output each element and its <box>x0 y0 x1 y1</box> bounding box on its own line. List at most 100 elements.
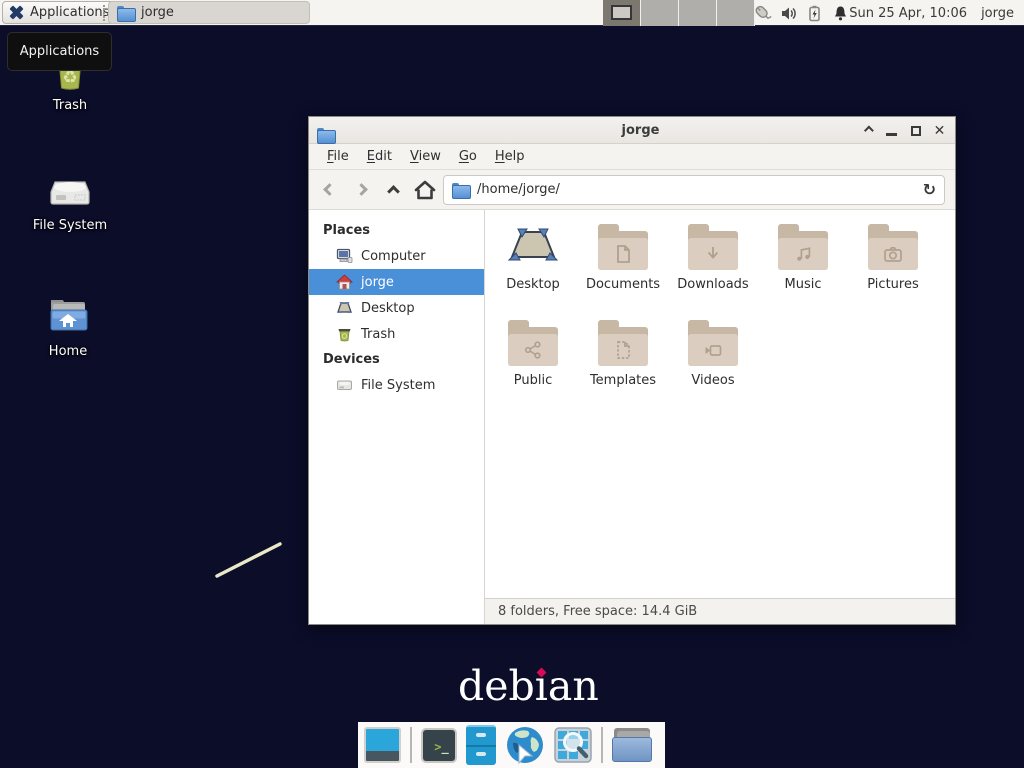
desktop-pad-icon <box>508 224 558 270</box>
panel-clock[interactable]: Sun 25 Apr, 10:06 <box>849 0 967 26</box>
folder-item-music[interactable]: Music <box>758 224 848 320</box>
window-sidebar: Places Computer jorge Desktop Trash <box>309 210 485 624</box>
maximize-button[interactable] <box>908 123 923 138</box>
template-glyph <box>612 339 634 361</box>
back-icon <box>323 183 336 196</box>
applications-menu-button[interactable]: Applications <box>2 1 118 24</box>
folder-item-downloads[interactable]: Downloads <box>668 224 758 320</box>
sidebar-item-jorge[interactable]: jorge <box>309 269 484 295</box>
workspace-switcher <box>603 0 755 26</box>
desktop-root: Applications jorge <box>0 0 1024 768</box>
location-path[interactable]: /home/jorge/ <box>477 182 915 197</box>
folder-item-public[interactable]: Public <box>488 320 578 416</box>
app-finder-launcher[interactable] <box>554 727 592 763</box>
sidebar-item-desktop[interactable]: Desktop <box>309 295 484 321</box>
forward-button[interactable] <box>347 176 375 204</box>
window-statusbar: 8 folders, Free space: 14.4 GiB <box>485 598 955 624</box>
menu-view[interactable]: View <box>401 146 450 167</box>
desktop-icon-label: File System <box>33 218 107 233</box>
folder-item-documents[interactable]: Documents <box>578 224 668 320</box>
public-folder-icon <box>508 320 558 366</box>
documents-folder-icon <box>598 224 648 270</box>
desktop-icon-file-system[interactable]: File System <box>22 170 118 233</box>
desktop-icon-home[interactable]: Home <box>20 294 116 359</box>
download-arrow-glyph <box>702 243 724 265</box>
up-button[interactable] <box>379 176 407 204</box>
document-glyph <box>612 243 634 265</box>
file-manager-window: jorge ✕ File Edit View Go Help <box>308 116 956 625</box>
workspace-2[interactable] <box>641 0 679 26</box>
battery-charging-icon[interactable] <box>805 4 824 23</box>
window-toolbar: /home/jorge/ ↻ <box>309 170 955 210</box>
panel-separator-handle <box>103 5 105 21</box>
applications-label: Applications <box>30 5 109 20</box>
debian-logo: debıan <box>458 662 599 710</box>
devices-header: Devices <box>309 347 484 372</box>
volume-icon[interactable] <box>779 4 798 23</box>
panel-user-menu[interactable]: jorge <box>981 0 1014 26</box>
location-folder-icon <box>452 183 469 197</box>
sidebar-item-computer[interactable]: Computer <box>309 243 484 269</box>
folder-item-templates[interactable]: Templates <box>578 320 668 416</box>
camera-glyph <box>882 243 904 265</box>
window-menubar: File Edit View Go Help <box>309 144 955 170</box>
sidebar-item-file-system[interactable]: File System <box>309 372 484 398</box>
back-button[interactable] <box>315 176 343 204</box>
taskbar-window-button[interactable]: jorge <box>108 1 310 24</box>
statusbar-text: 8 folders, Free space: 14.4 GiB <box>498 604 697 619</box>
places-header: Places <box>309 218 484 243</box>
workspace-window-preview <box>611 5 632 20</box>
minimize-button[interactable] <box>884 123 899 138</box>
location-bar[interactable]: /home/jorge/ ↻ <box>443 175 945 205</box>
window-titlebar[interactable]: jorge ✕ <box>309 117 955 144</box>
music-folder-icon <box>778 224 828 270</box>
dock-separator <box>410 727 412 763</box>
folder-item-desktop[interactable]: Desktop <box>488 224 578 320</box>
video-camera-glyph <box>702 339 724 361</box>
music-notes-glyph <box>792 243 814 265</box>
applications-icon <box>8 4 25 21</box>
file-grid: Desktop Documents Downloads <box>485 210 955 598</box>
file-view: Desktop Documents Downloads <box>485 210 955 624</box>
desktop-icon-label: Trash <box>53 98 87 113</box>
sidebar-item-trash[interactable]: Trash <box>309 321 484 347</box>
folder-launcher[interactable] <box>612 728 652 762</box>
show-desktop-button[interactable] <box>364 727 401 763</box>
file-manager-launcher[interactable] <box>466 725 496 765</box>
pictures-folder-icon <box>868 224 918 270</box>
notifications-bell-icon[interactable] <box>831 4 850 23</box>
drive-icon <box>336 377 353 393</box>
menu-file[interactable]: File <box>318 146 358 167</box>
drive-icon <box>47 170 93 214</box>
close-button[interactable]: ✕ <box>932 123 947 138</box>
up-icon <box>387 185 400 198</box>
menu-help[interactable]: Help <box>486 146 534 167</box>
trash-icon <box>336 326 353 342</box>
workspace-3[interactable] <box>679 0 717 26</box>
home-icon <box>336 274 353 290</box>
system-tray <box>753 0 850 26</box>
window-folder-icon <box>117 6 134 20</box>
menu-go[interactable]: Go <box>450 146 486 167</box>
templates-folder-icon <box>598 320 648 366</box>
folder-item-videos[interactable]: Videos <box>668 320 758 416</box>
workspace-1[interactable] <box>603 0 641 26</box>
downloads-folder-icon <box>688 224 738 270</box>
share-glyph <box>522 339 544 361</box>
menu-edit[interactable]: Edit <box>358 146 401 167</box>
dock-separator <box>601 727 603 763</box>
window-menu-icon[interactable] <box>317 128 334 142</box>
workspace-4[interactable] <box>717 0 755 26</box>
web-browser-launcher[interactable] <box>505 725 545 765</box>
shade-button[interactable] <box>860 123 875 138</box>
mouse-icon[interactable] <box>753 4 772 23</box>
home-button[interactable] <box>411 176 439 204</box>
home-folder-icon <box>45 294 91 340</box>
file-cabinet-icon <box>466 725 496 765</box>
bottom-dock: >_ <box>358 722 665 768</box>
reload-icon[interactable]: ↻ <box>923 180 936 199</box>
show-desktop-icon <box>364 727 401 763</box>
folder-item-pictures[interactable]: Pictures <box>848 224 938 320</box>
terminal-launcher[interactable]: >_ <box>421 728 457 763</box>
computer-icon <box>336 248 353 264</box>
